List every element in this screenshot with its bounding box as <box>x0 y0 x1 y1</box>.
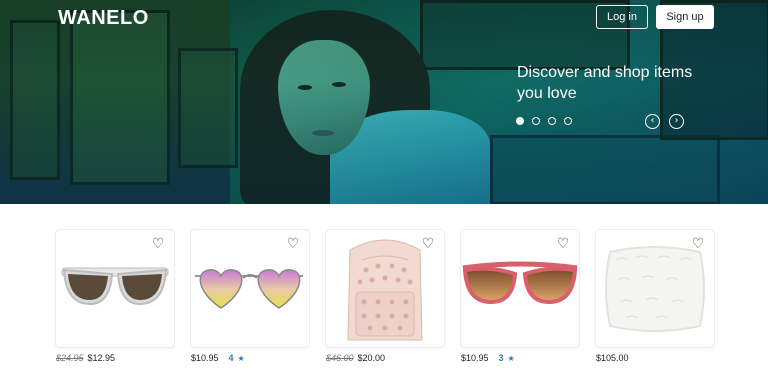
sale-price: $105.00 <box>596 353 629 363</box>
price-row: $105.00 <box>596 353 714 363</box>
save-count: 4 <box>228 353 234 363</box>
sale-price: $20.00 <box>357 353 386 363</box>
save-count: 3 <box>498 353 504 363</box>
product-card[interactable]: ♡ $24.95 $12.95 <box>56 230 174 363</box>
price-row: $10.95 3 ★ <box>461 353 579 363</box>
product-card[interactable]: ♡ $10.95 3 ★ <box>461 230 579 363</box>
sale-price: $10.95 <box>191 353 219 363</box>
original-price: $46.00 <box>326 353 354 363</box>
price-row: $24.95 $12.95 <box>56 353 174 363</box>
wanelo-logo[interactable]: WANELO <box>58 7 149 30</box>
login-button[interactable]: Log in <box>596 5 648 29</box>
star-icon: ★ <box>237 353 245 363</box>
carousel-dots <box>516 117 572 125</box>
star-icon: ★ <box>507 353 515 363</box>
hero-banner: WANELO Log in Sign up Discover and shop … <box>0 0 768 204</box>
sale-price: $12.95 <box>87 353 116 363</box>
product-image[interactable]: ♡ <box>191 230 309 347</box>
hero-tagline: Discover and shop items you love <box>517 64 693 102</box>
original-price: $24.95 <box>56 353 84 363</box>
sale-price: $10.95 <box>461 353 489 363</box>
heart-icon[interactable]: ♡ <box>690 236 706 252</box>
product-card[interactable]: ♡ $10.95 4 ★ <box>191 230 309 363</box>
product-grid: ♡ $24.95 $12.95 ♡ $10.95 4 ★ ♡ $46.00 $2… <box>56 230 716 370</box>
heart-icon[interactable]: ♡ <box>420 236 436 252</box>
heart-icon[interactable]: ♡ <box>150 236 166 252</box>
carousel-dot-3[interactable] <box>548 117 556 125</box>
chevron-left-icon[interactable]: ‹ <box>645 114 660 129</box>
carousel-dot-1[interactable] <box>516 117 524 125</box>
chevron-right-icon[interactable]: › <box>669 114 684 129</box>
product-image[interactable]: ♡ <box>326 230 444 347</box>
price-row: $46.00 $20.00 <box>326 353 444 363</box>
product-image[interactable]: ♡ <box>596 230 714 347</box>
signup-button[interactable]: Sign up <box>656 5 714 29</box>
heart-icon[interactable]: ♡ <box>555 236 571 252</box>
product-image[interactable]: ♡ <box>461 230 579 347</box>
product-card[interactable]: ♡ $105.00 <box>596 230 714 363</box>
price-row: $10.95 4 ★ <box>191 353 309 363</box>
product-image[interactable]: ♡ <box>56 230 174 347</box>
heart-icon[interactable]: ♡ <box>285 236 301 252</box>
product-card[interactable]: ♡ $46.00 $20.00 <box>326 230 444 363</box>
carousel-dot-2[interactable] <box>532 117 540 125</box>
carousel-dot-4[interactable] <box>564 117 572 125</box>
